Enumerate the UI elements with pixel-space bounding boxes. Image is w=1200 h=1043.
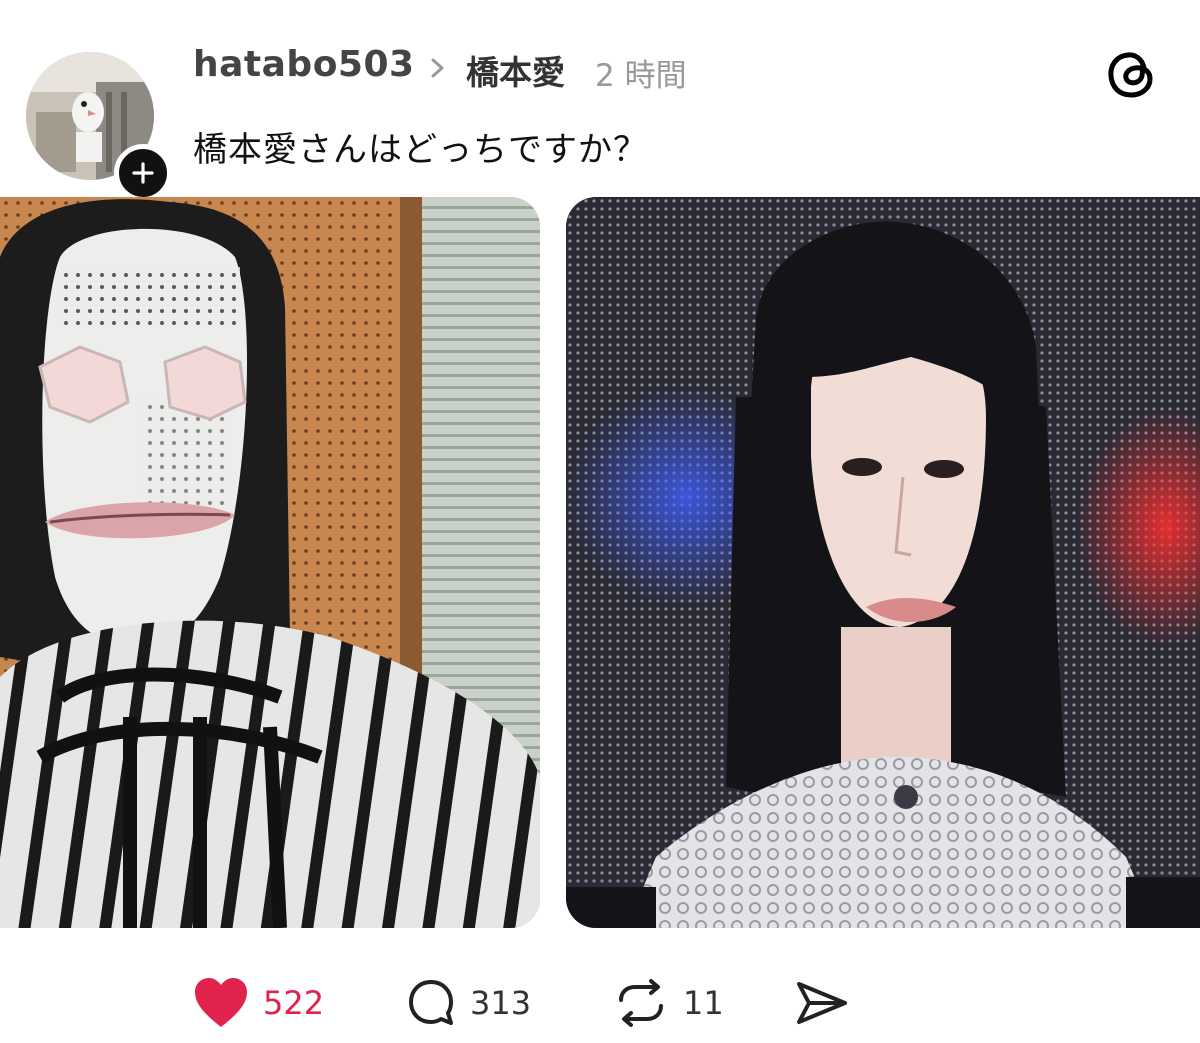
plus-icon — [132, 162, 154, 184]
threads-logo-icon[interactable] — [1104, 46, 1160, 102]
repost-button[interactable]: 11 — [613, 975, 724, 1030]
reply-count: 313 — [470, 983, 532, 1022]
avatar-container[interactable] — [26, 52, 172, 202]
topic-tag-link[interactable]: 橋本愛 — [466, 46, 565, 94]
reply-button[interactable]: 313 — [406, 975, 531, 1030]
comment-icon — [409, 979, 453, 1025]
chevron-right-icon — [431, 58, 444, 78]
heart-icon — [195, 977, 247, 1027]
repost-icon — [619, 978, 663, 1027]
post-image-right[interactable] — [566, 197, 1200, 928]
follow-button[interactable] — [114, 144, 172, 202]
post-image-left[interactable] — [0, 197, 540, 928]
like-button[interactable]: 522 — [193, 975, 324, 1030]
like-count: 522 — [263, 983, 325, 1022]
woman-photo-image — [566, 197, 1200, 928]
repost-count: 11 — [683, 983, 724, 1022]
username-link[interactable]: hatabo503 — [193, 44, 415, 85]
monster-photo-image — [0, 197, 540, 928]
post-body-text: 橋本愛さんはどっちですか？ — [193, 130, 648, 170]
share-button[interactable] — [795, 975, 851, 1030]
post-timestamp: 2 時間 — [595, 58, 687, 94]
send-icon — [797, 981, 847, 1024]
